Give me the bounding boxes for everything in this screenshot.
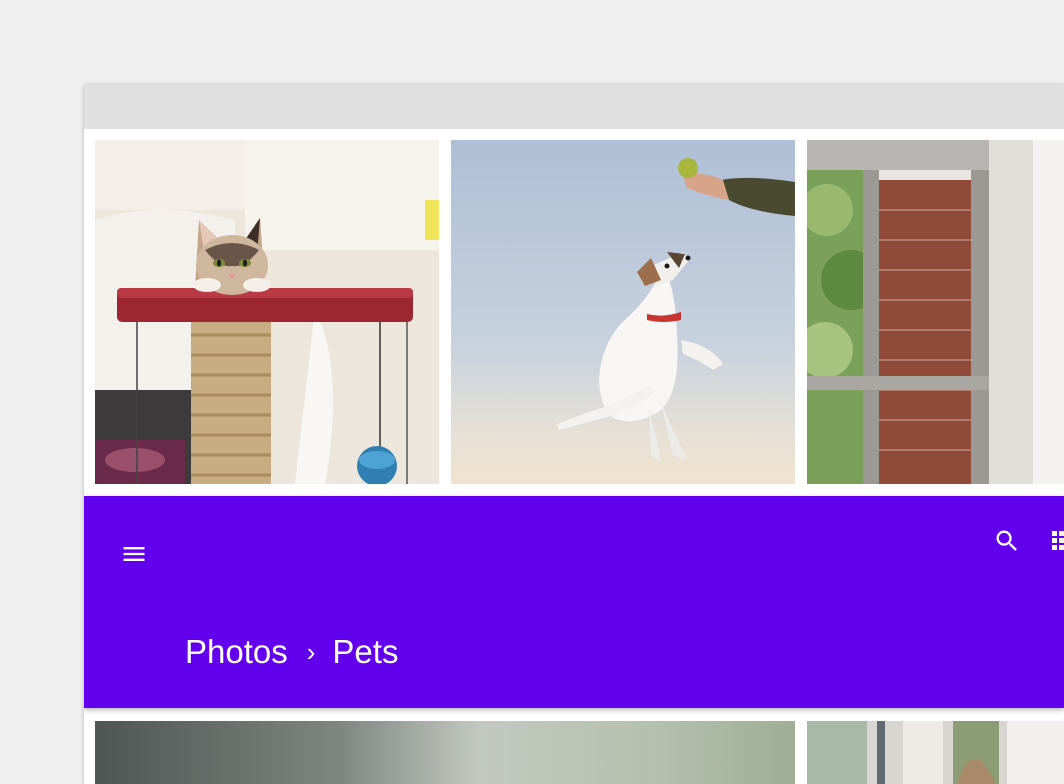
- breadcrumb-photos[interactable]: Photos: [185, 633, 288, 670]
- top-app-bar: Photos › Pets: [84, 496, 1064, 708]
- photo-cat-by-window-image: [807, 721, 1064, 784]
- breadcrumb-separator: ›: [306, 637, 316, 667]
- breadcrumb: Photos › Pets: [185, 630, 398, 674]
- menu-icon: [123, 547, 145, 561]
- photo-dog-jumping[interactable]: [451, 140, 795, 484]
- photo-cat-scratching-post[interactable]: [95, 140, 439, 484]
- search-button[interactable]: [993, 527, 1021, 555]
- photo-cat-by-window[interactable]: [807, 721, 1064, 784]
- grid-view-button[interactable]: [1052, 531, 1064, 551]
- app-backdrop: { "colors": { "app_bar": "#6200ee", "bac…: [0, 0, 1064, 784]
- photo-cat-window[interactable]: [807, 140, 1064, 484]
- menu-button[interactable]: [120, 540, 148, 568]
- photo-cat-window-image: [807, 140, 1064, 484]
- status-bar: [84, 84, 1064, 129]
- photo-blurred-outdoor-image: [95, 721, 795, 784]
- photo-dog-jumping-image: [451, 140, 795, 484]
- breadcrumb-pets: Pets: [332, 633, 399, 670]
- app-window: Photos › Pets: [84, 84, 1064, 784]
- search-icon: [996, 530, 1017, 551]
- photo-cat-scratching-post-image: [95, 140, 439, 484]
- photo-blurred-outdoor[interactable]: [95, 721, 795, 784]
- grid-view-icon: [1052, 531, 1064, 550]
